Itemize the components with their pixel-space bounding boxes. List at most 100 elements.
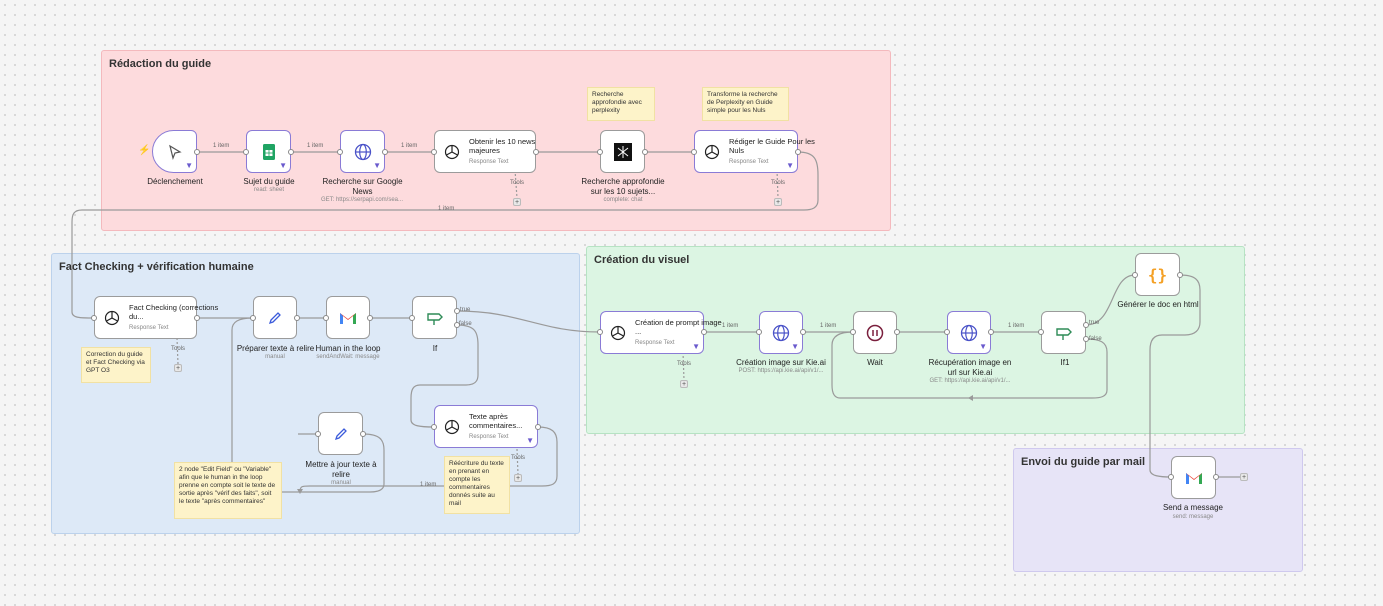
input-port[interactable] <box>323 315 329 321</box>
output-port[interactable] <box>294 315 300 321</box>
input-port[interactable] <box>1132 272 1138 278</box>
pen-icon <box>334 427 347 440</box>
add-tool-button[interactable]: + <box>514 474 522 482</box>
output-port[interactable] <box>360 431 366 437</box>
node-generer-doc[interactable]: {} <box>1135 253 1180 296</box>
node-if[interactable] <box>412 296 457 339</box>
node-recuperation-image[interactable]: ▼ <box>947 311 991 354</box>
input-port[interactable] <box>944 329 950 335</box>
sticky-note[interactable]: Réécriture du texte en prenant en compte… <box>444 456 510 514</box>
node-label: Création image sur Kie.ai <box>736 358 826 367</box>
output-port[interactable] <box>367 315 373 321</box>
node-sublabel: Response Text <box>469 434 509 440</box>
node-label: Send a message <box>1162 503 1224 512</box>
sticky-note[interactable]: Recherche approfondie avec perplexity <box>587 87 655 121</box>
node-preparer-texte[interactable] <box>253 296 297 339</box>
node-mettre-a-jour[interactable] <box>318 412 363 455</box>
output-port-true[interactable] <box>1083 322 1089 328</box>
node-label: Fact Checking (corrections du... <box>129 303 219 321</box>
output-port[interactable] <box>642 149 648 155</box>
input-port[interactable] <box>337 149 343 155</box>
input-port[interactable] <box>691 149 697 155</box>
edge-label: 1 item <box>1008 323 1025 329</box>
output-port[interactable] <box>288 149 294 155</box>
output-port[interactable] <box>701 329 707 335</box>
add-tool-button[interactable]: + <box>774 198 782 206</box>
node-label: Mettre à jour texte à relire <box>305 460 377 479</box>
node-sublabel: Response Text <box>469 159 509 165</box>
output-port[interactable] <box>1213 474 1219 480</box>
output-port[interactable] <box>382 149 388 155</box>
pin-icon: ▼ <box>373 161 381 170</box>
output-port-false[interactable] <box>454 322 460 328</box>
node-recherche-perplexity[interactable] <box>600 130 645 173</box>
input-port[interactable] <box>409 315 415 321</box>
add-node-button[interactable]: + <box>1240 473 1248 481</box>
node-fact-checking[interactable]: Fact Checking (corrections du... Respons… <box>94 296 218 339</box>
pin-icon: ▼ <box>692 342 700 351</box>
input-port[interactable] <box>243 149 249 155</box>
sticky-note[interactable]: 2 node "Edit Field" ou "Variable" afin q… <box>174 462 282 519</box>
tools-label: Tools <box>771 180 786 186</box>
pen-icon <box>268 311 281 324</box>
node-creation-image-kie[interactable]: ▼ <box>759 311 803 354</box>
node-label: If <box>432 344 438 353</box>
input-port[interactable] <box>91 315 97 321</box>
output-port[interactable] <box>988 329 994 335</box>
input-port[interactable] <box>250 315 256 321</box>
input-port[interactable] <box>1038 329 1044 335</box>
openai-icon <box>704 144 720 159</box>
node-sujet-du-guide[interactable]: ▼ <box>246 130 291 173</box>
gmail-icon <box>340 312 356 324</box>
input-port[interactable] <box>597 329 603 335</box>
node-sublabel: read: sheet <box>253 187 285 193</box>
node-if1[interactable] <box>1041 311 1086 354</box>
add-tool-button[interactable]: + <box>174 364 182 372</box>
output-port[interactable] <box>800 329 806 335</box>
node-send-message[interactable] <box>1171 456 1216 499</box>
input-port[interactable] <box>431 424 437 430</box>
node-wait[interactable] <box>853 311 897 354</box>
input-port[interactable] <box>597 149 603 155</box>
node-sublabel: send: message <box>1172 514 1214 520</box>
if-signpost-icon <box>1055 327 1072 340</box>
node-human-in-the-loop[interactable] <box>326 296 370 339</box>
google-sheets-icon <box>262 143 275 160</box>
output-port[interactable] <box>194 149 200 155</box>
node-label: Recherche sur Google News <box>322 177 403 196</box>
edge-label: 1 item <box>307 143 324 149</box>
input-port[interactable] <box>850 329 856 335</box>
output-port-true[interactable] <box>454 308 460 314</box>
input-port[interactable] <box>756 329 762 335</box>
output-port-false[interactable] <box>1083 336 1089 342</box>
if-signpost-icon <box>426 312 443 325</box>
output-port[interactable] <box>795 149 801 155</box>
edge-label: 1 item <box>438 206 455 212</box>
edge-label: 1 item <box>401 143 418 149</box>
output-port[interactable] <box>535 424 541 430</box>
node-label: Préparer texte à relire <box>236 344 315 353</box>
output-port[interactable] <box>533 149 539 155</box>
code-braces-icon: {} <box>1147 265 1168 284</box>
node-creation-prompt-image[interactable]: Création de prompt image ... Response Te… <box>600 311 722 354</box>
sticky-note[interactable]: Transforme la recherche de Perplexity en… <box>702 87 789 121</box>
add-tool-button[interactable]: + <box>680 380 688 388</box>
openai-icon <box>610 325 626 340</box>
add-tool-button[interactable]: + <box>513 198 521 206</box>
output-port[interactable] <box>894 329 900 335</box>
node-rediger-guide[interactable]: Rédiger le Guide Pour les Nuls Response … <box>694 130 815 173</box>
node-label: Rédiger le Guide Pour les Nuls <box>729 137 815 155</box>
input-port[interactable] <box>315 431 321 437</box>
node-recherche-google-news[interactable]: ▼ <box>340 130 385 173</box>
output-port[interactable] <box>194 315 200 321</box>
node-declenchement[interactable]: ▼ <box>152 130 197 173</box>
edge-label: 1 item <box>213 143 230 149</box>
sticky-note[interactable]: Correction du guide et Fact Checking via… <box>81 347 151 383</box>
node-texte-apres-commentaires[interactable]: Texte après commentaires... Response Tex… <box>434 405 538 448</box>
node-label: Wait <box>867 358 883 367</box>
input-port[interactable] <box>431 149 437 155</box>
output-port[interactable] <box>1177 272 1183 278</box>
node-obtenir-news[interactable]: Obtenir les 10 news majeures Response Te… <box>434 130 536 173</box>
trigger-bolt-icon: ⚡ <box>138 145 151 156</box>
input-port[interactable] <box>1168 474 1174 480</box>
